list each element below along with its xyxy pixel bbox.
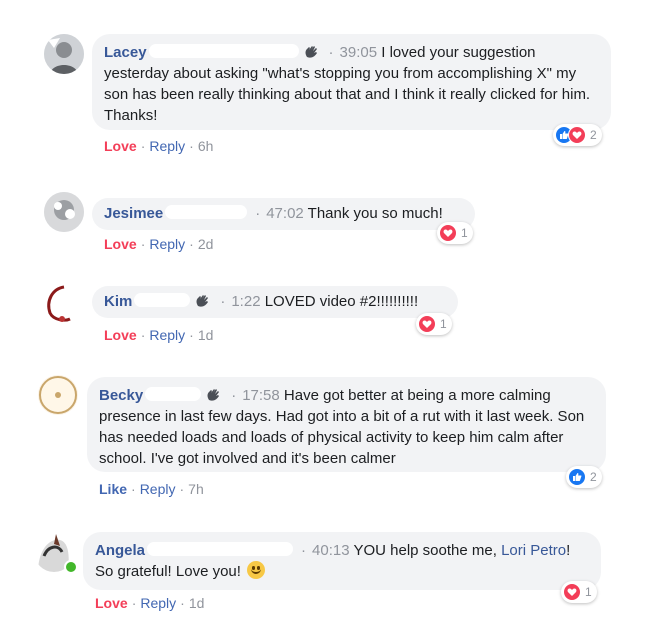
video-timestamp[interactable]: 17:58 <box>242 387 280 404</box>
like-button[interactable]: Like <box>99 481 127 497</box>
comment-age[interactable]: 7h <box>188 481 204 497</box>
love-reaction-icon <box>568 126 586 144</box>
comment-bubble: Becky · 17:58 Have got better at being a m… <box>87 377 606 472</box>
avatar[interactable] <box>38 375 78 415</box>
love-reaction-icon <box>439 224 457 242</box>
separator-dot: · <box>140 138 146 154</box>
redacted-surname <box>145 387 202 401</box>
video-timestamp[interactable]: 39:05 <box>340 44 378 61</box>
comment-actions: Like · Reply · 7h <box>99 480 204 498</box>
video-timestamp[interactable]: 1:22 <box>231 293 260 310</box>
video-timestamp[interactable]: 47:02 <box>266 205 304 222</box>
reply-button[interactable]: Reply <box>140 481 176 497</box>
reaction-summary[interactable]: 2 <box>566 466 602 488</box>
reaction-count: 2 <box>590 128 597 142</box>
redacted-surname <box>165 205 248 219</box>
reaction-summary[interactable]: 1 <box>561 581 597 603</box>
avatar[interactable] <box>44 34 84 74</box>
love-button[interactable]: Love <box>104 327 137 343</box>
reply-button[interactable]: Reply <box>149 236 185 252</box>
love-button[interactable]: Love <box>104 138 137 154</box>
separator-dot: · <box>328 44 334 61</box>
separator-dot: · <box>180 595 185 611</box>
reaction-count: 2 <box>590 470 597 484</box>
avatar[interactable] <box>44 283 84 323</box>
redacted-surname <box>148 44 299 58</box>
comment-bubble: Jesimee · 47:02 Thank you so much! <box>92 198 475 230</box>
author-name[interactable]: Becky <box>99 387 143 404</box>
comment-text: YOU help soothe me, <box>353 542 497 559</box>
love-reaction-icon <box>418 315 436 333</box>
comment-actions: Love · Reply · 2d <box>104 235 213 253</box>
comment-age[interactable]: 1d <box>189 595 205 611</box>
separator-dot: · <box>301 542 307 559</box>
video-timestamp[interactable]: 40:13 <box>312 542 350 559</box>
separator-dot: · <box>189 138 194 154</box>
author-name[interactable]: Kim <box>104 293 132 310</box>
comment-text: Thank you so much! <box>307 205 443 222</box>
love-reaction-icon <box>563 583 581 601</box>
separator-dot: · <box>131 481 136 497</box>
separator-dot: · <box>220 293 226 310</box>
waving-hand-icon <box>205 387 222 402</box>
love-button[interactable]: Love <box>95 595 128 611</box>
author-name[interactable]: Angela <box>95 542 145 559</box>
separator-dot: · <box>179 481 185 497</box>
love-button[interactable]: Love <box>104 236 137 252</box>
comment-actions: Love · Reply · 1d <box>95 594 204 612</box>
reaction-summary[interactable]: 1 <box>437 222 473 244</box>
separator-dot: · <box>189 327 194 343</box>
smiling-face-emoji <box>247 561 266 579</box>
comment-bubble: Angela · 40:13 YOU help soothe me, Lori Pe… <box>83 532 601 590</box>
separator-dot: · <box>140 327 146 343</box>
comment-bubble: Kim · 1:22 LOVED video #2!!!!!!!!!! <box>92 286 458 318</box>
reaction-summary[interactable]: 1 <box>416 313 452 335</box>
online-status-indicator <box>64 560 78 574</box>
reaction-count: 1 <box>585 585 592 599</box>
avatar[interactable] <box>44 192 84 232</box>
reaction-summary[interactable]: 2 <box>553 124 602 146</box>
mention-link[interactable]: Lori Petro <box>501 542 566 559</box>
redacted-surname <box>147 542 294 556</box>
reply-button[interactable]: Reply <box>140 595 176 611</box>
comment-age[interactable]: 2d <box>198 236 214 252</box>
separator-dot: · <box>231 387 237 404</box>
author-name[interactable]: Jesimee <box>104 205 163 222</box>
comment-age[interactable]: 6h <box>198 138 214 154</box>
waving-hand-icon <box>303 44 320 59</box>
comment-actions: Love · Reply · 1d <box>104 326 213 344</box>
separator-dot: · <box>140 236 146 252</box>
reply-button[interactable]: Reply <box>149 138 185 154</box>
comment-text: LOVED video #2!!!!!!!!!! <box>264 293 419 310</box>
reaction-count: 1 <box>440 317 447 331</box>
waving-hand-icon <box>194 293 211 308</box>
like-reaction-icon <box>568 468 586 486</box>
reply-button[interactable]: Reply <box>149 327 185 343</box>
author-name[interactable]: Lacey <box>104 44 147 61</box>
comment-bubble: Lacey · 39:05 I loved your suggestion yest… <box>92 34 611 130</box>
separator-dot: · <box>131 595 137 611</box>
comment-actions: Love · Reply · 6h <box>104 137 213 155</box>
separator-dot: · <box>189 236 194 252</box>
reaction-count: 1 <box>461 226 468 240</box>
redacted-surname <box>134 293 191 307</box>
separator-dot: · <box>255 205 261 222</box>
comment-age[interactable]: 1d <box>198 327 214 343</box>
